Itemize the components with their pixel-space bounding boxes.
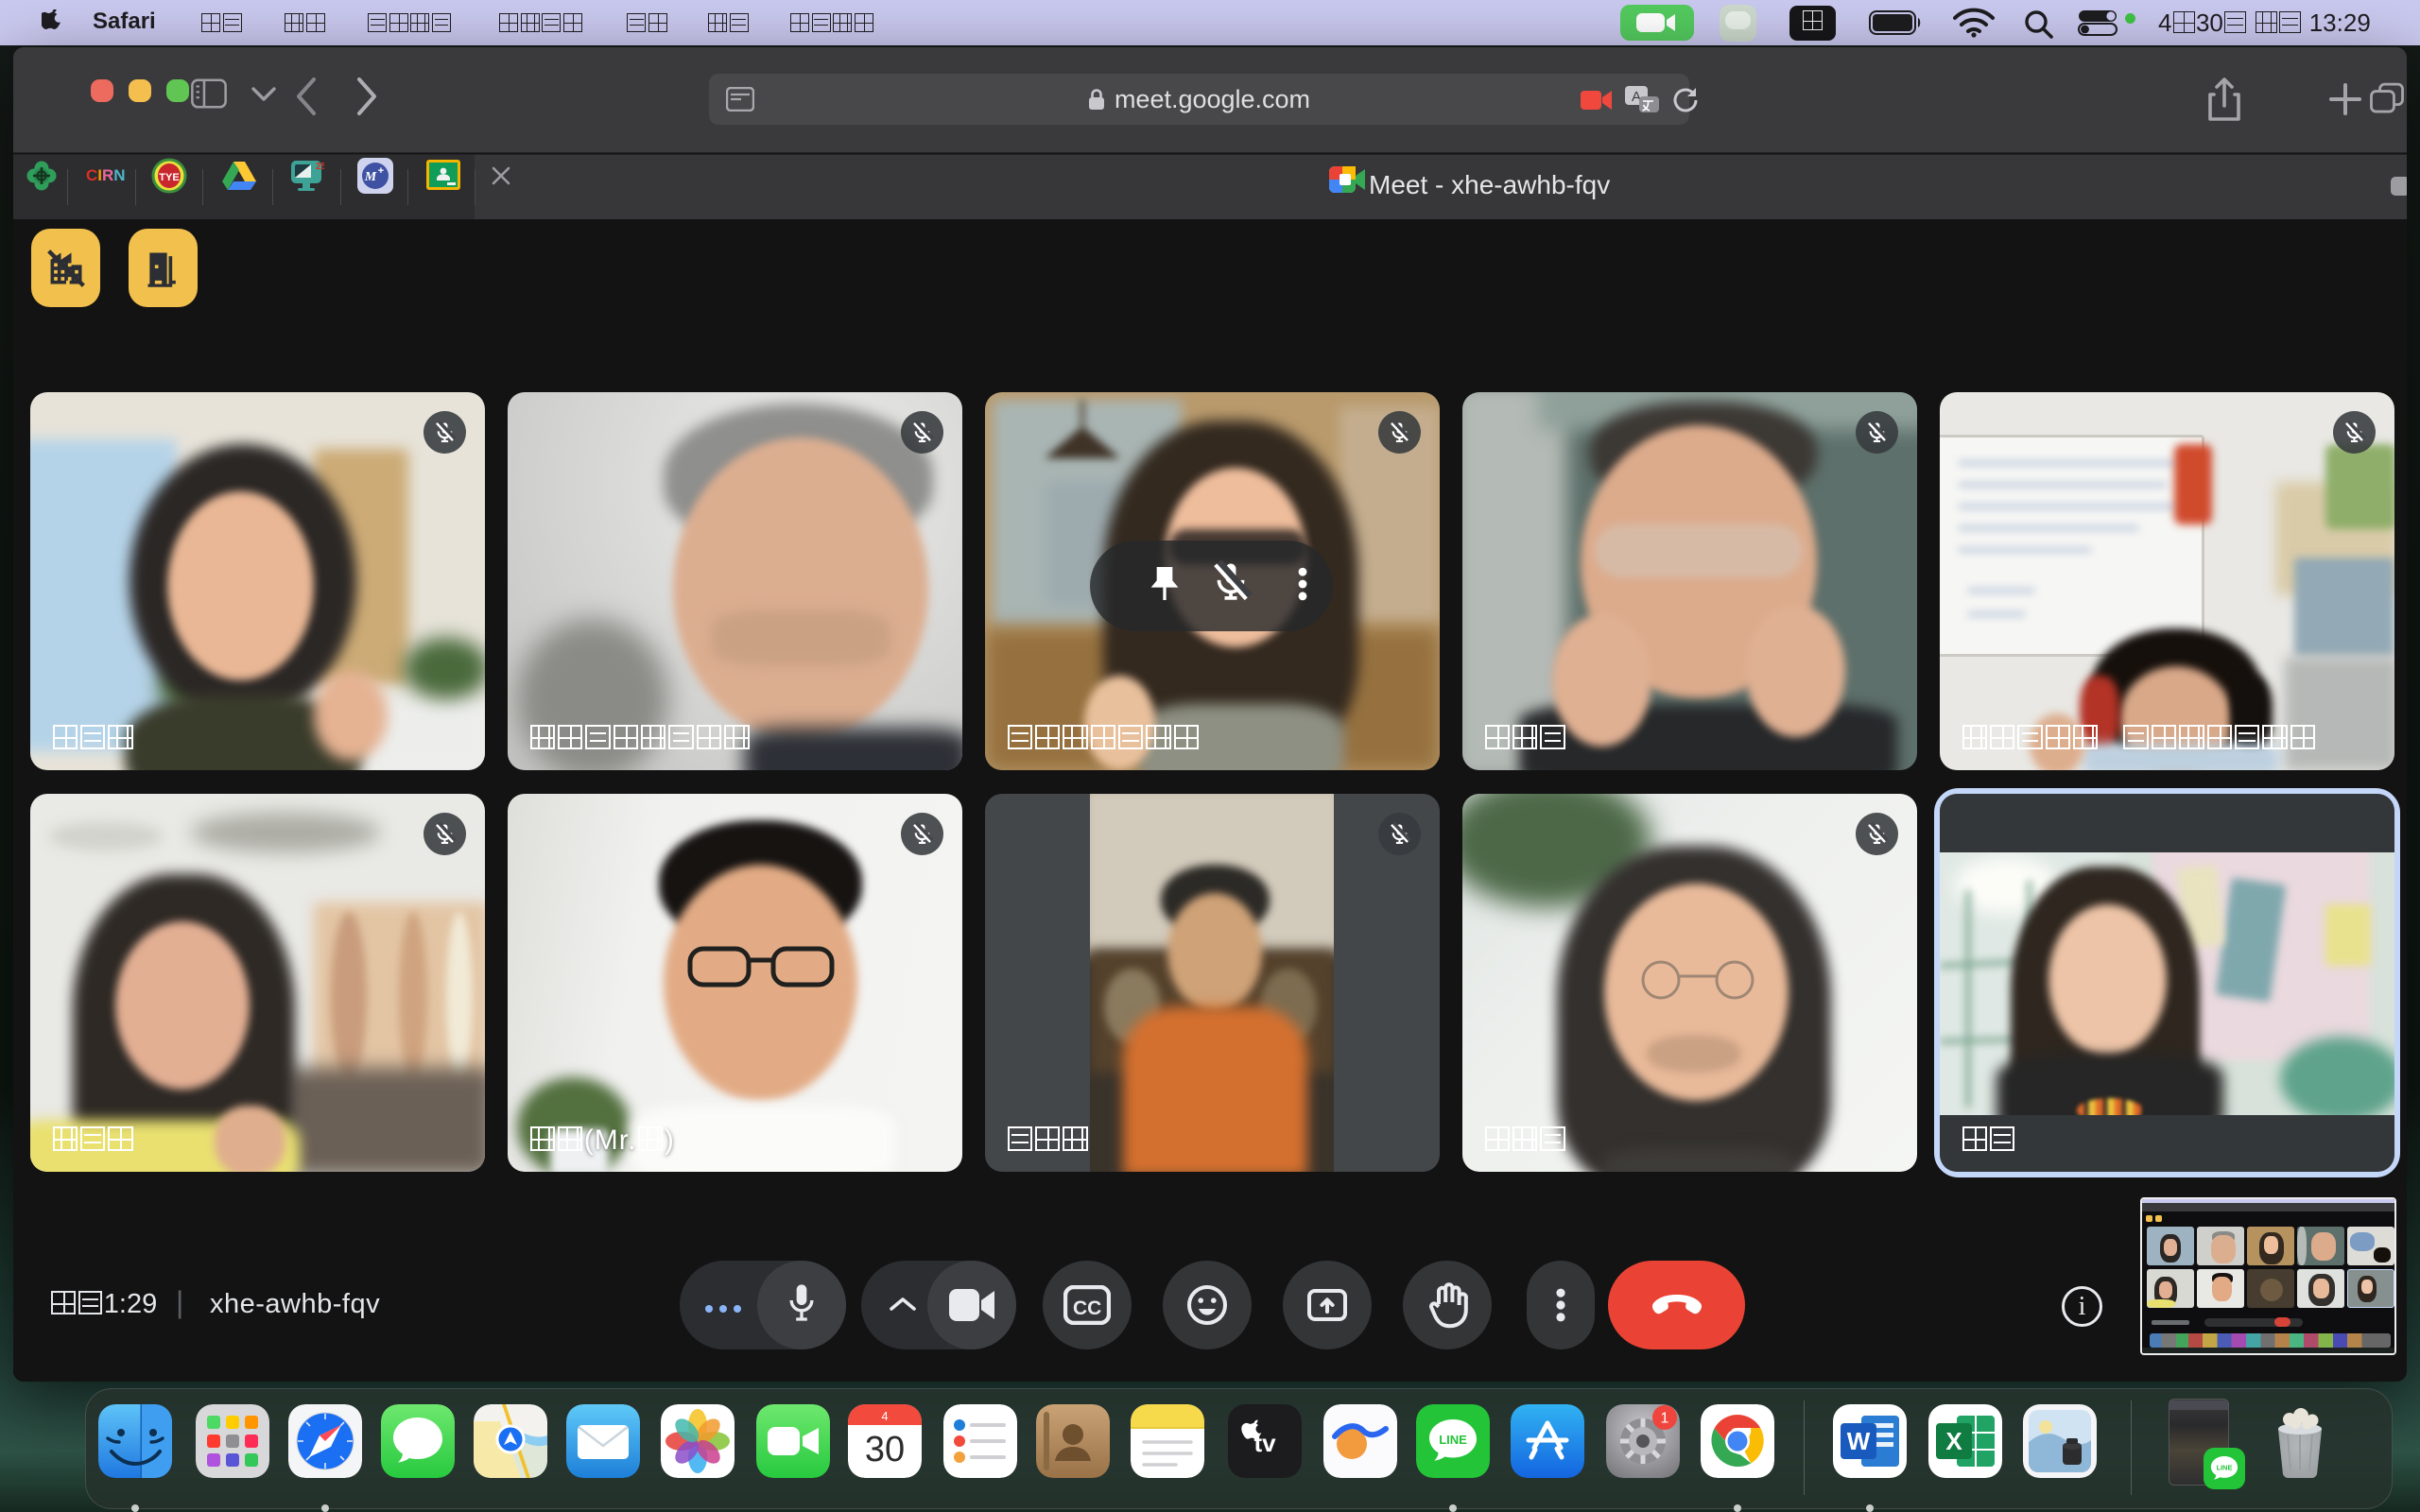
svg-text:+: + <box>378 165 384 177</box>
svg-text:W: W <box>1847 1427 1871 1455</box>
svg-text:1: 1 <box>1661 1411 1669 1427</box>
svg-text:LINE: LINE <box>2217 1464 2233 1472</box>
svg-text:X: X <box>1945 1427 1962 1455</box>
svg-text:LINE: LINE <box>1439 1433 1467 1447</box>
svg-text:TYE: TYE <box>159 172 179 183</box>
svg-text:30: 30 <box>865 1430 905 1469</box>
svg-text:M: M <box>364 170 377 184</box>
svg-text:CC: CC <box>1073 1297 1101 1319</box>
svg-text:4: 4 <box>881 1409 888 1423</box>
svg-text:25: 25 <box>316 162 324 172</box>
